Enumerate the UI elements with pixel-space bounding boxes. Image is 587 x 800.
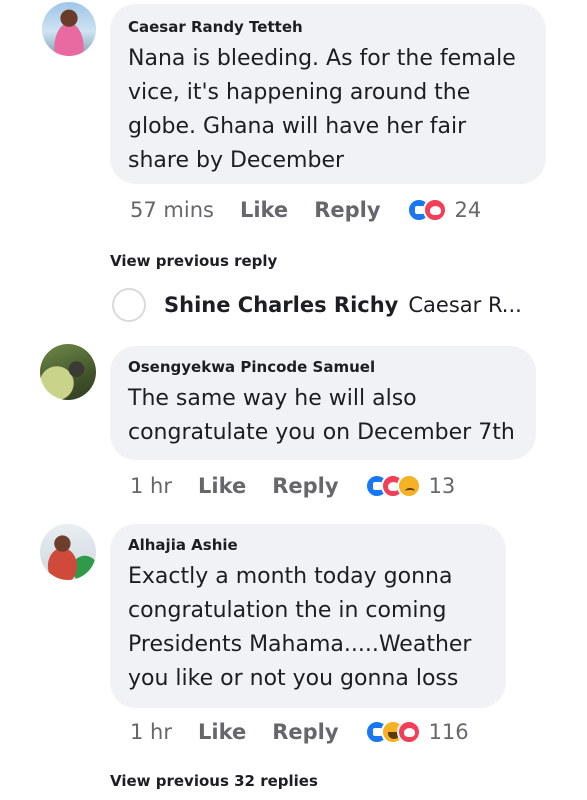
avatar-alhajia[interactable]: [40, 524, 96, 580]
view-previous-replies-link[interactable]: View previous 32 replies: [110, 772, 318, 790]
love-icon: [396, 720, 421, 744]
reaction-count[interactable]: 13: [429, 474, 456, 498]
comment-bubble-1: Caesar Randy Tetteh Nana is bleeding. As…: [110, 4, 546, 184]
reply-button[interactable]: Reply: [272, 720, 338, 744]
comment-time[interactable]: 1 hr: [130, 474, 172, 498]
comment-author[interactable]: Alhajia Ashie: [128, 536, 488, 554]
like-button[interactable]: Like: [198, 720, 246, 744]
sad-icon: [396, 474, 421, 498]
reply-author[interactable]: Shine Charles Richy: [164, 293, 398, 317]
reply-preview[interactable]: Shine Charles Richy Caesar R...: [112, 288, 522, 322]
comment-time[interactable]: 1 hr: [130, 720, 172, 744]
view-previous-reply-link[interactable]: View previous reply: [110, 252, 277, 270]
reactions[interactable]: [364, 720, 421, 744]
reactions[interactable]: [364, 474, 421, 498]
comment-text: Nana is bleeding. As for the female vice…: [128, 46, 516, 173]
comment-text: Exactly a month today gonna congratulati…: [128, 564, 472, 691]
reaction-count[interactable]: 116: [429, 720, 469, 744]
comment-bubble-2: Osengyekwa Pincode Samuel The same way h…: [110, 346, 536, 460]
reaction-count[interactable]: 24: [455, 198, 482, 222]
comment-meta-3: 1 hr Like Reply 116: [130, 720, 469, 744]
reply-text: Caesar R...: [408, 293, 522, 317]
reactions[interactable]: [406, 198, 447, 222]
like-button[interactable]: Like: [240, 198, 288, 222]
avatar-osengyekwa[interactable]: [40, 344, 96, 400]
reply-button[interactable]: Reply: [272, 474, 338, 498]
comment-time[interactable]: 57 mins: [130, 198, 214, 222]
comment-bubble-3: Alhajia Ashie Exactly a month today gonn…: [110, 524, 506, 708]
comment-author[interactable]: Osengyekwa Pincode Samuel: [128, 358, 518, 376]
reply-button[interactable]: Reply: [314, 198, 380, 222]
comment-text: The same way he will also congratulate y…: [128, 386, 515, 445]
avatar-placeholder: [112, 288, 146, 322]
comment-meta-1: 57 mins Like Reply 24: [130, 198, 481, 222]
like-button[interactable]: Like: [198, 474, 246, 498]
love-icon: [422, 198, 447, 222]
comment-author[interactable]: Caesar Randy Tetteh: [128, 18, 528, 36]
comment-meta-2: 1 hr Like Reply 13: [130, 474, 455, 498]
avatar-caesar[interactable]: [42, 2, 96, 56]
